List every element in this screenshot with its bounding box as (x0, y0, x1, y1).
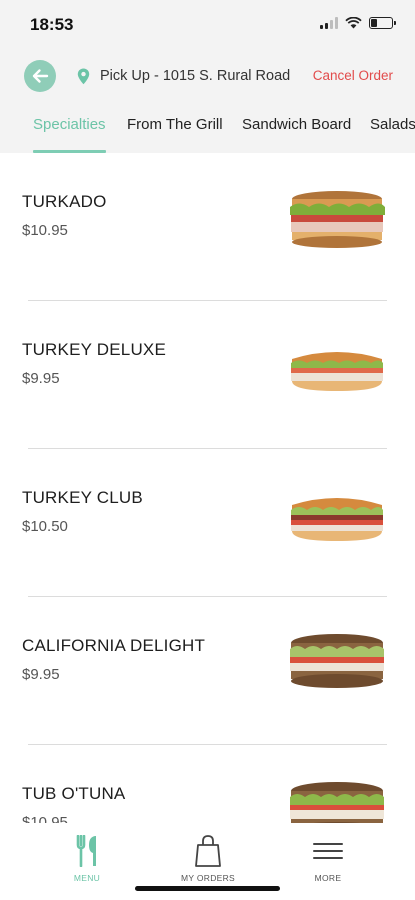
tab-specialties[interactable]: Specialties (33, 116, 106, 153)
menu-item[interactable]: TUB O'TUNA $10.95 (0, 745, 415, 823)
cellular-signal-icon (320, 17, 338, 29)
item-price: $10.50 (22, 518, 68, 535)
header: Pick Up - 1015 S. Rural Road Cancel Orde… (0, 50, 415, 153)
back-button[interactable] (24, 60, 56, 92)
status-time: 18:53 (30, 15, 74, 34)
tab-label: Sandwich Board (242, 116, 352, 133)
status-icons (320, 17, 396, 29)
item-price: $10.95 (22, 814, 68, 823)
battery-icon (369, 17, 396, 29)
tab-salads[interactable]: Salads (370, 116, 415, 153)
pickup-location-label[interactable]: Pick Up - 1015 S. Rural Road (100, 68, 290, 84)
arrow-left-icon (32, 69, 49, 83)
item-name: TUB O'TUNA (22, 784, 126, 803)
wheat-sandwich-image (290, 782, 384, 823)
item-name: TURKEY DELUXE (22, 340, 166, 359)
item-price: $9.95 (22, 370, 60, 387)
nav-menu[interactable]: MENU (27, 835, 147, 883)
tab-label: From The Grill (127, 116, 223, 133)
tab-sandwich-board[interactable]: Sandwich Board (242, 116, 351, 153)
menu-item[interactable]: TURKEY DELUXE $9.95 (0, 301, 415, 449)
menu-item[interactable]: TURKADO $10.95 (0, 153, 415, 301)
sub-sandwich-image (291, 352, 383, 391)
nav-my-orders[interactable]: MY ORDERS (148, 835, 268, 883)
map-pin-icon (77, 68, 90, 85)
menu-item-list[interactable]: TURKADO $10.95 TURKEY DELUXE $9.95 TURKE… (0, 153, 415, 823)
nav-label: MENU (73, 873, 101, 883)
category-tabs: Specialties From The Grill Sandwich Boar… (0, 114, 415, 153)
item-price: $9.95 (22, 666, 60, 683)
item-price: $10.95 (22, 222, 68, 239)
tab-label: Salads (370, 116, 415, 133)
nav-label: MORE (314, 873, 342, 883)
wifi-icon (345, 17, 362, 29)
item-name: TURKEY CLUB (22, 488, 143, 507)
fork-knife-icon (76, 835, 96, 867)
cancel-order-button[interactable]: Cancel Order (313, 68, 393, 83)
item-name: CALIFORNIA DELIGHT (22, 636, 206, 655)
status-bar: 18:53 (0, 0, 415, 50)
hamburger-menu-icon (313, 843, 343, 859)
nav-more[interactable]: MORE (268, 835, 388, 883)
sub-sandwich-image (291, 498, 383, 541)
battery-level (371, 19, 377, 27)
tab-from-the-grill[interactable]: From The Grill (127, 116, 223, 153)
sandwich-image (290, 191, 385, 248)
tab-label: Specialties (33, 116, 106, 133)
menu-item[interactable]: TURKEY CLUB $10.50 (0, 449, 415, 597)
wheat-sandwich-image (290, 634, 384, 688)
item-name: TURKADO (22, 192, 107, 211)
bottom-navigation: MENU MY ORDERS MORE (0, 823, 415, 900)
menu-item[interactable]: CALIFORNIA DELIGHT $9.95 (0, 597, 415, 745)
home-indicator (135, 886, 280, 891)
shopping-bag-icon (195, 835, 221, 867)
nav-label: MY ORDERS (180, 873, 236, 883)
